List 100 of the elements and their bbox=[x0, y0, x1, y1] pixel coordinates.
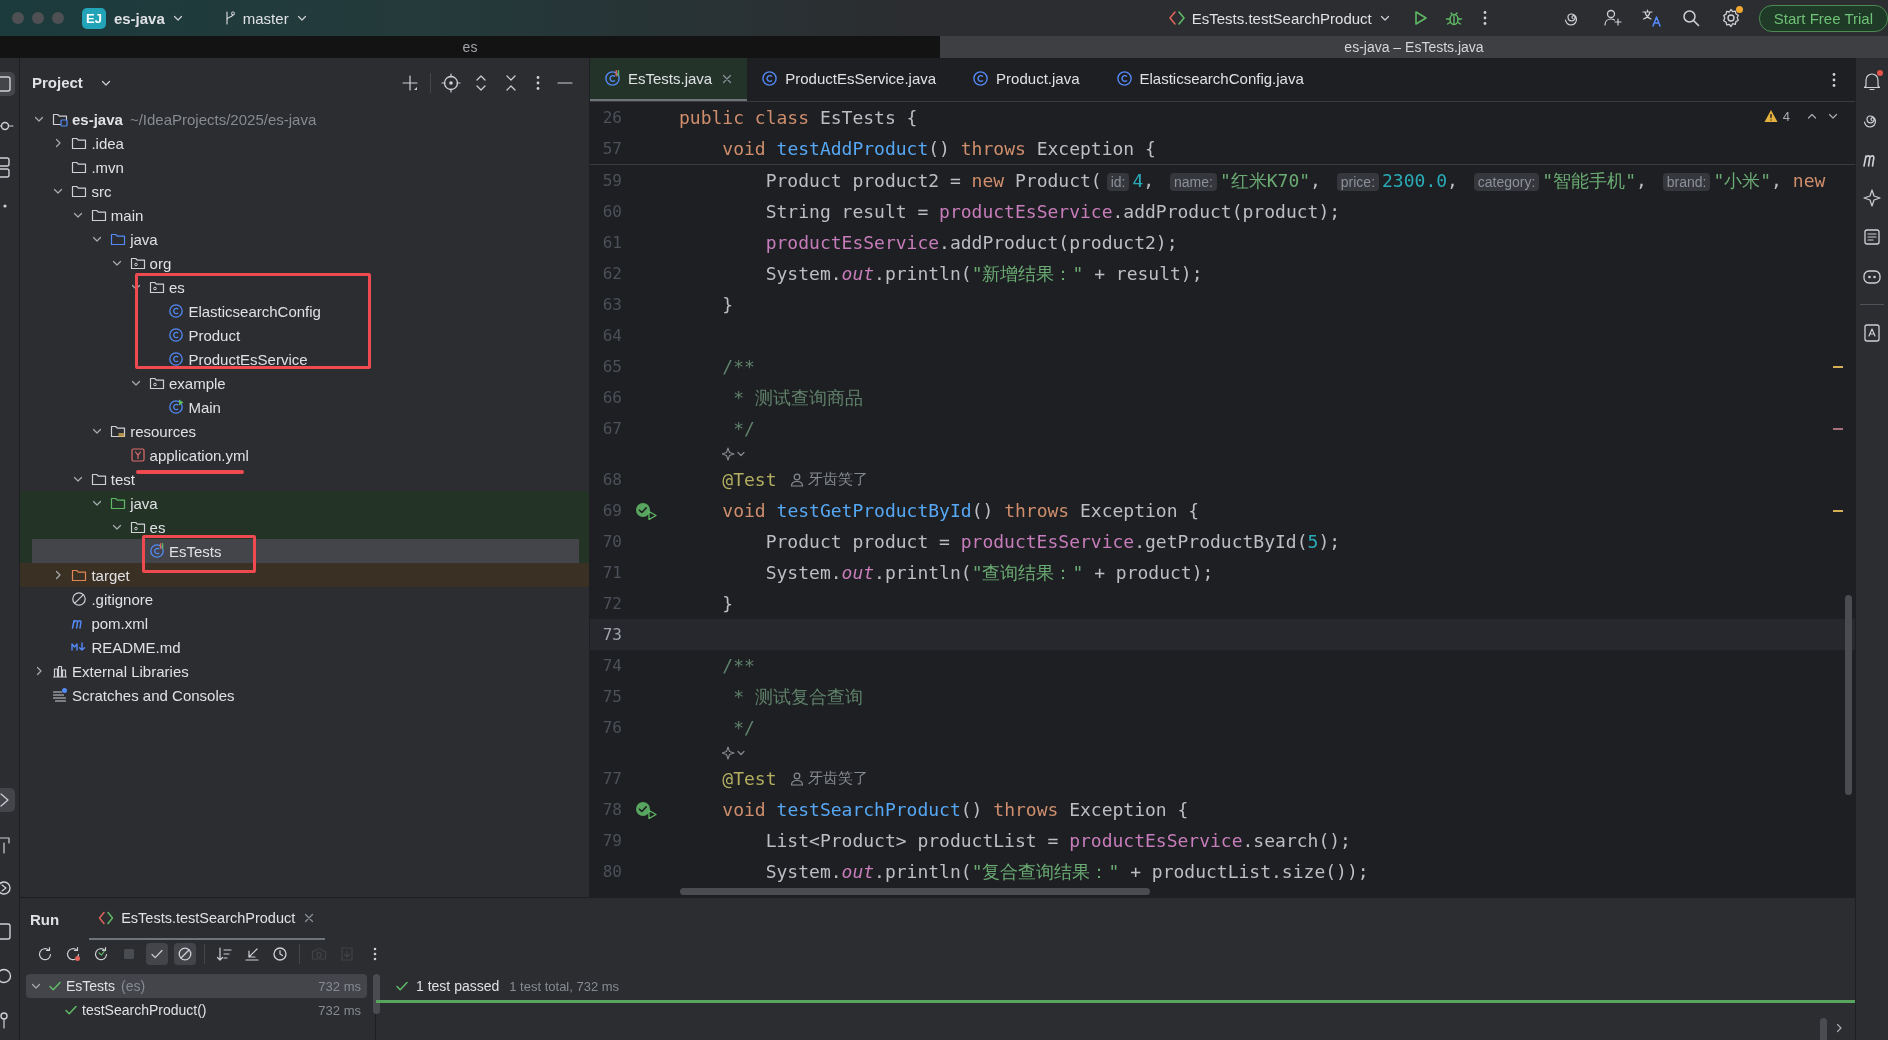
tree-item[interactable]: .mvn bbox=[20, 155, 589, 179]
search-icon[interactable] bbox=[1680, 8, 1701, 28]
tree-item[interactable]: EsTests bbox=[20, 539, 589, 563]
tree-item[interactable]: target bbox=[20, 563, 589, 587]
code-line: /** bbox=[721, 655, 755, 676]
run-config-icon bbox=[97, 911, 116, 925]
folder-icon bbox=[90, 471, 107, 487]
source-folder-icon bbox=[110, 231, 127, 247]
test-passed-icon[interactable] bbox=[635, 800, 657, 819]
editor-tab[interactable]: Product.java bbox=[958, 58, 1102, 101]
branch-selector[interactable]: master bbox=[221, 9, 310, 27]
code-line: /** bbox=[721, 356, 755, 377]
class-icon bbox=[1115, 70, 1133, 87]
tree-item[interactable]: .gitignore bbox=[20, 587, 589, 611]
settings-icon[interactable] bbox=[1720, 8, 1741, 28]
scrollbar-thumb[interactable] bbox=[1845, 595, 1852, 795]
code-line: String result = productEsService.addProduct(product); bbox=[764, 201, 1341, 222]
tool-window-title: Run bbox=[30, 910, 60, 928]
window-tab[interactable]: es bbox=[0, 36, 940, 58]
code-vision-icon[interactable] bbox=[722, 447, 748, 461]
library-icon bbox=[52, 663, 68, 679]
path-label: ~/IdeaProjects/2025/es-java bbox=[129, 110, 317, 128]
translate-icon[interactable] bbox=[1640, 8, 1663, 28]
editor-tab[interactable]: EsTests.java bbox=[590, 58, 748, 101]
excluded-folder-icon bbox=[71, 567, 88, 583]
duration-label: 732 ms bbox=[318, 978, 361, 994]
folder-icon bbox=[71, 159, 88, 175]
test-class-icon bbox=[604, 70, 621, 87]
module-folder-icon bbox=[52, 111, 68, 127]
tree-item[interactable]: README.md bbox=[20, 635, 589, 659]
code-line: void testAddProduct() throws Exception { bbox=[721, 138, 1156, 159]
view-mode-dropdown[interactable]: Project bbox=[32, 74, 114, 91]
tree-item[interactable]: ProductEsService bbox=[20, 347, 589, 371]
folder-icon bbox=[71, 135, 88, 151]
package-icon bbox=[149, 375, 165, 391]
scrollbar-thumb[interactable] bbox=[1820, 1018, 1827, 1040]
tree-item[interactable]: test bbox=[20, 467, 589, 491]
tree-item[interactable]: java bbox=[20, 491, 589, 515]
tree-item[interactable]: application.yml bbox=[20, 443, 589, 467]
tree-item[interactable]: src bbox=[20, 179, 589, 203]
package-icon bbox=[129, 519, 146, 535]
class-icon bbox=[168, 303, 185, 319]
code-line: @Test bbox=[721, 768, 777, 789]
detail-text: 1 test total, 732 ms bbox=[509, 978, 620, 994]
tree-item[interactable]: ElasticsearchConfig bbox=[20, 299, 589, 323]
tree-item[interactable]: es bbox=[20, 515, 589, 539]
tree-item[interactable]: org bbox=[20, 251, 589, 275]
code-line: System.out.println("新增结果：" + result); bbox=[764, 261, 1203, 286]
tree-item[interactable]: example bbox=[20, 371, 589, 395]
add-user-icon[interactable] bbox=[1602, 8, 1623, 28]
tree-item[interactable]: Scratches and Consoles bbox=[20, 683, 589, 707]
line-number: 73 bbox=[601, 625, 622, 644]
document-icon[interactable] bbox=[1861, 226, 1883, 248]
tree-item[interactable]: Main bbox=[20, 395, 589, 419]
scrollbar-thumb[interactable] bbox=[680, 888, 1150, 895]
tree-item[interactable]: Product bbox=[20, 323, 589, 347]
run-config-selector[interactable]: EsTests.testSearchProduct bbox=[1166, 9, 1393, 27]
tree-item[interactable]: .idea bbox=[20, 131, 589, 155]
tree-item[interactable]: es-java ~/IdeaProjects/2025/es-java bbox=[20, 107, 589, 131]
code-line: */ bbox=[732, 418, 755, 439]
code-line: * 测试查询商品 bbox=[732, 385, 863, 410]
test-result-item[interactable]: testSearchProduct() 732 ms bbox=[26, 998, 367, 1022]
tree-item[interactable]: es bbox=[20, 275, 589, 299]
scrollbar-thumb[interactable] bbox=[373, 974, 380, 1014]
start-trial-button[interactable]: Start Free Trial bbox=[1758, 4, 1888, 32]
code-line: System.out.println("查询结果：" + product); bbox=[764, 560, 1214, 585]
tree-item[interactable]: java bbox=[20, 227, 589, 251]
bell-icon[interactable] bbox=[1861, 70, 1883, 92]
person-icon bbox=[788, 770, 805, 787]
tree-item[interactable]: main bbox=[20, 203, 589, 227]
scratches-icon bbox=[52, 687, 68, 703]
run-tab[interactable]: EsTests.testSearchProduct bbox=[89, 898, 326, 940]
code-line: System.out.println("复合查询结果：" + productList.size()); bbox=[764, 859, 1369, 884]
sparkle-icon[interactable] bbox=[1861, 187, 1883, 209]
tree-item[interactable]: External Libraries bbox=[20, 659, 589, 683]
package-label: (es) bbox=[121, 978, 146, 994]
editor-tab[interactable]: ProductEsService.java bbox=[747, 58, 959, 101]
class-icon bbox=[761, 70, 779, 87]
code-line: Product product = productEsService.getProductById(5); bbox=[764, 531, 1341, 552]
person-icon bbox=[788, 471, 805, 488]
window-tab[interactable]: es-java – EsTests.java bbox=[940, 36, 1888, 58]
class-icon bbox=[168, 327, 185, 343]
code-vision-icon[interactable] bbox=[722, 746, 748, 760]
code-line: void testSearchProduct() throws Exception { bbox=[721, 799, 1189, 820]
code-line: void testGetProductById() throws Exception { bbox=[721, 500, 1200, 521]
code-line: @Test bbox=[721, 469, 777, 490]
test-passed-icon[interactable] bbox=[635, 501, 657, 520]
locate-icon[interactable] bbox=[441, 72, 461, 93]
package-icon bbox=[149, 279, 165, 295]
class-icon bbox=[972, 70, 990, 87]
package-icon bbox=[129, 255, 146, 271]
editor-tab[interactable]: ElasticsearchConfig.java bbox=[1101, 58, 1326, 101]
test-result-item[interactable]: EsTests (es) 732 ms bbox=[26, 974, 367, 998]
tree-item[interactable]: resources bbox=[20, 419, 589, 443]
code-line: * 测试复合查询 bbox=[732, 684, 863, 709]
book-icon[interactable] bbox=[1861, 322, 1883, 344]
project-switcher[interactable]: es-java bbox=[113, 9, 186, 27]
folder-icon bbox=[90, 207, 107, 223]
tree-item[interactable]: pom.xml bbox=[20, 611, 589, 635]
duration-label: 732 ms bbox=[318, 1002, 361, 1018]
